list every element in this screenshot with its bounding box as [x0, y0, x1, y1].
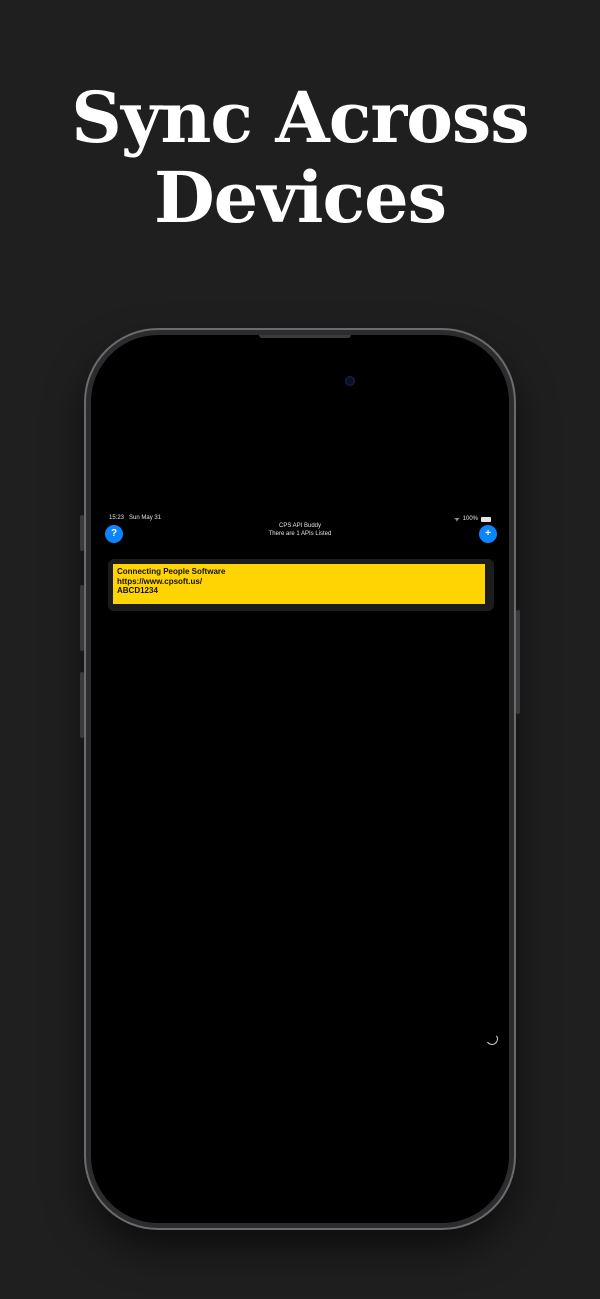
phone-frame: 15:23 Sun May 31 ᯤ 100% ? CPS API Buddy … — [80, 330, 520, 1228]
camera-icon — [345, 376, 355, 386]
headline-line-2: Devices — [153, 156, 447, 239]
phone-screen: 15:23 Sun May 31 ᯤ 100% ? CPS API Buddy … — [91, 335, 509, 1223]
api-key: ABCD1234 — [117, 586, 158, 595]
status-date: Sun May 31 — [129, 515, 162, 521]
status-time: 15:23 — [109, 515, 125, 521]
volume-down-button — [80, 672, 84, 738]
api-url: https://www.cpsoft.us/ — [117, 576, 203, 586]
add-api-button[interactable]: + — [479, 525, 497, 543]
api-count: There are 1 APIs Listed — [268, 531, 332, 537]
api-list-item[interactable]: Connecting People Software https://www.c… — [108, 559, 494, 611]
power-button — [516, 610, 520, 714]
api-card[interactable]: Connecting People Software https://www.c… — [113, 564, 485, 604]
speaker-grille — [259, 335, 351, 338]
headline: Sync Across Devices — [0, 78, 600, 238]
silent-switch — [80, 515, 84, 551]
headline-line-1: Sync Across — [71, 76, 529, 159]
nav-title: CPS API Buddy There are 1 APIs Listed — [91, 522, 509, 538]
volume-up-button — [80, 585, 84, 651]
api-name: Connecting People Software — [117, 567, 226, 576]
app-title: CPS API Buddy — [278, 523, 322, 529]
battery-icon — [481, 516, 491, 522]
loading-spinner-icon — [485, 1032, 499, 1046]
status-bar-left: 15:23 Sun May 31 — [109, 515, 161, 521]
